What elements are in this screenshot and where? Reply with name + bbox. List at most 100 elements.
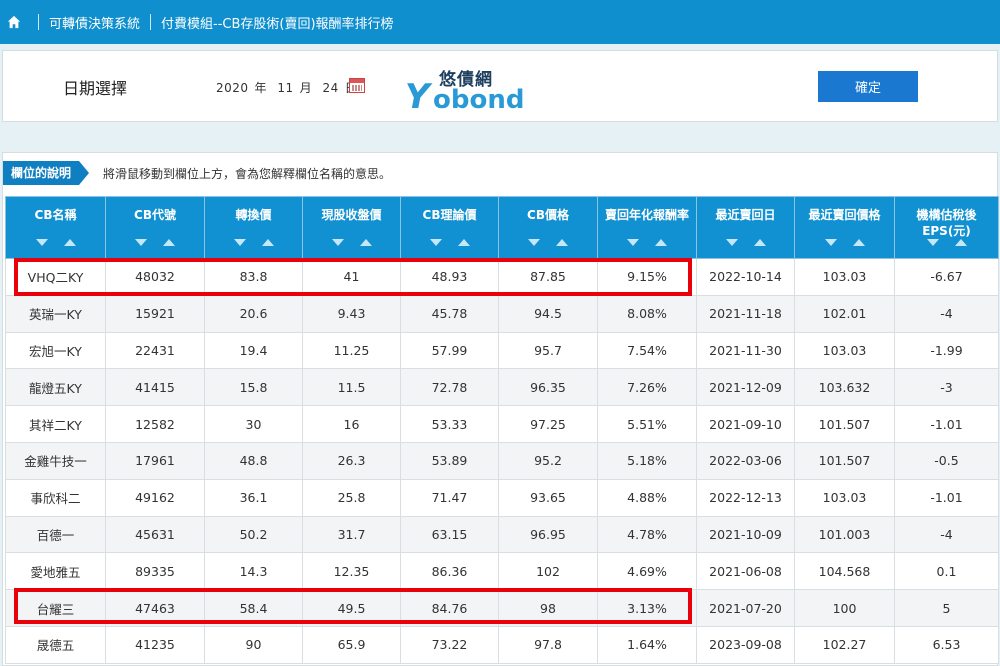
table-cell: 2021-11-30: [696, 331, 795, 370]
column-header-label: 最近賣回日: [715, 208, 776, 222]
table-cell: 愛地雅五: [5, 552, 106, 591]
date-value[interactable]: 2020年 11月 24日: [216, 79, 363, 96]
table-cell: 96.35: [498, 368, 598, 407]
table-cell: 95.7: [498, 331, 598, 370]
column-header-label: 機構估稅後EPS(元): [916, 208, 977, 238]
sort-ascending-icon[interactable]: [63, 239, 76, 246]
table-cell: 15921: [105, 294, 205, 333]
column-header-5[interactable]: CB價格: [498, 196, 598, 259]
column-header-8[interactable]: 最近賣回價格: [794, 196, 895, 259]
table-cell: 19.4: [204, 331, 303, 370]
table-cell: 百德一: [5, 515, 106, 554]
table-cell: 101.507: [794, 405, 895, 443]
sort-descending-icon[interactable]: [824, 239, 837, 246]
table-body: VHQ二KY 48032 83.8 41 48.93 87.85 9.15% 2022-10-…: [5, 258, 999, 664]
table-row: 龍燈五KY 41415 15.8 11.5 72.78 96.35 7.26% 2021-12…: [5, 368, 999, 407]
table-row: 百德一 45631 50.2 31.7 63.15 96.95 4.78% 2021-10-0…: [5, 515, 999, 554]
nav-separator: [38, 14, 39, 30]
table-cell: 2022-10-14: [696, 258, 795, 296]
table-cell: 2021-09-10: [696, 405, 795, 443]
table-cell: 65.9: [302, 625, 401, 664]
sort-descending-icon[interactable]: [331, 239, 344, 246]
table-cell: 7.26%: [597, 368, 697, 407]
table-cell: 11.25: [302, 331, 401, 370]
column-header-7[interactable]: 最近賣回日: [696, 196, 795, 259]
table-cell: 57.99: [400, 331, 499, 370]
table-cell: 11.5: [302, 368, 401, 407]
sort-descending-icon[interactable]: [528, 239, 540, 246]
ranking-table: CB名稱 CB代號 轉換價 現股收盤價 CB理論價 CB價格 賣回年化報酬率 最近賣回日 最近賣…: [5, 196, 999, 664]
column-header-9[interactable]: 機構估稅後EPS(元): [894, 196, 999, 259]
table-cell: 7.54%: [597, 331, 697, 370]
table-cell: 90: [204, 625, 303, 664]
home-icon[interactable]: [0, 0, 28, 44]
column-header-4[interactable]: CB理論價: [400, 196, 499, 259]
sort-ascending-icon[interactable]: [359, 239, 372, 246]
table-cell: 2021-12-09: [696, 368, 795, 407]
sort-controls: [205, 239, 302, 246]
table-cell: 宏旭一KY: [5, 331, 106, 370]
sort-ascending-icon[interactable]: [852, 239, 865, 246]
column-header-label: CB代號: [134, 208, 176, 222]
column-header-label: 最近賣回價格: [808, 208, 881, 222]
sort-controls: [697, 239, 794, 246]
table-cell: -3: [894, 368, 999, 407]
table-cell: 83.8: [204, 258, 303, 296]
table-cell: 31.7: [302, 515, 401, 554]
table-cell: 36.1: [204, 478, 303, 517]
table-cell: 龍燈五KY: [5, 368, 106, 407]
breadcrumb-module[interactable]: 付費模組--CB存股術(賣回)報酬率排行榜: [161, 13, 394, 32]
table-cell: 71.47: [400, 478, 499, 517]
table-cell: 48032: [105, 258, 205, 296]
sort-controls: [598, 239, 696, 246]
table-cell: 金雞牛技一: [5, 441, 106, 480]
column-header-0[interactable]: CB名稱: [5, 196, 106, 259]
table-cell: 103.03: [794, 258, 895, 296]
table-cell: 98: [498, 589, 598, 627]
breadcrumb-system[interactable]: 可轉債決策系統: [49, 13, 140, 32]
table-cell: 89335: [105, 552, 205, 591]
sort-descending-icon[interactable]: [35, 239, 48, 246]
column-header-label: 現股收盤價: [321, 208, 382, 222]
sort-descending-icon[interactable]: [135, 239, 147, 246]
date-month: 11: [277, 81, 294, 95]
sort-ascending-icon[interactable]: [954, 239, 967, 246]
sort-ascending-icon[interactable]: [163, 239, 175, 246]
sort-ascending-icon[interactable]: [556, 239, 568, 246]
table-cell: 94.5: [498, 294, 598, 333]
table-cell: 2021-11-18: [696, 294, 795, 333]
table-cell: 100: [794, 589, 895, 627]
sort-controls: [106, 239, 204, 246]
table-cell: 8.08%: [597, 294, 697, 333]
column-header-6[interactable]: 賣回年化報酬率: [597, 196, 697, 259]
column-header-label: CB價格: [527, 208, 569, 222]
sort-descending-icon[interactable]: [627, 239, 639, 246]
table-cell: 4.88%: [597, 478, 697, 517]
column-header-2[interactable]: 轉換價: [204, 196, 303, 259]
calendar-icon[interactable]: [349, 78, 365, 93]
sort-descending-icon[interactable]: [233, 239, 246, 246]
table-cell: 50.2: [204, 515, 303, 554]
table-cell: 73.22: [400, 625, 499, 664]
column-header-3[interactable]: 現股收盤價: [302, 196, 401, 259]
sort-ascending-icon[interactable]: [655, 239, 667, 246]
sort-descending-icon[interactable]: [429, 239, 442, 246]
sort-ascending-icon[interactable]: [753, 239, 766, 246]
sort-descending-icon[interactable]: [725, 239, 738, 246]
column-header-1[interactable]: CB代號: [105, 196, 205, 259]
date-day: 24: [322, 81, 339, 95]
sort-ascending-icon[interactable]: [457, 239, 470, 246]
table-cell: 95.2: [498, 441, 598, 480]
table-cell: 其祥二KY: [5, 405, 106, 443]
sort-ascending-icon[interactable]: [261, 239, 274, 246]
date-label: 日期選擇: [63, 79, 128, 98]
date-month-unit: 月: [299, 81, 313, 95]
column-header-label: 轉換價: [235, 208, 272, 222]
sort-descending-icon[interactable]: [926, 239, 939, 246]
table-row: 金雞牛技一 17961 48.8 26.3 53.89 95.2 5.18% 2022-03-…: [5, 441, 999, 480]
table-cell: 9.43: [302, 294, 401, 333]
table-cell: 97.25: [498, 405, 598, 443]
confirm-button[interactable]: 確定: [818, 71, 918, 102]
sort-controls: [895, 239, 998, 246]
table-cell: 9.15%: [597, 258, 697, 296]
